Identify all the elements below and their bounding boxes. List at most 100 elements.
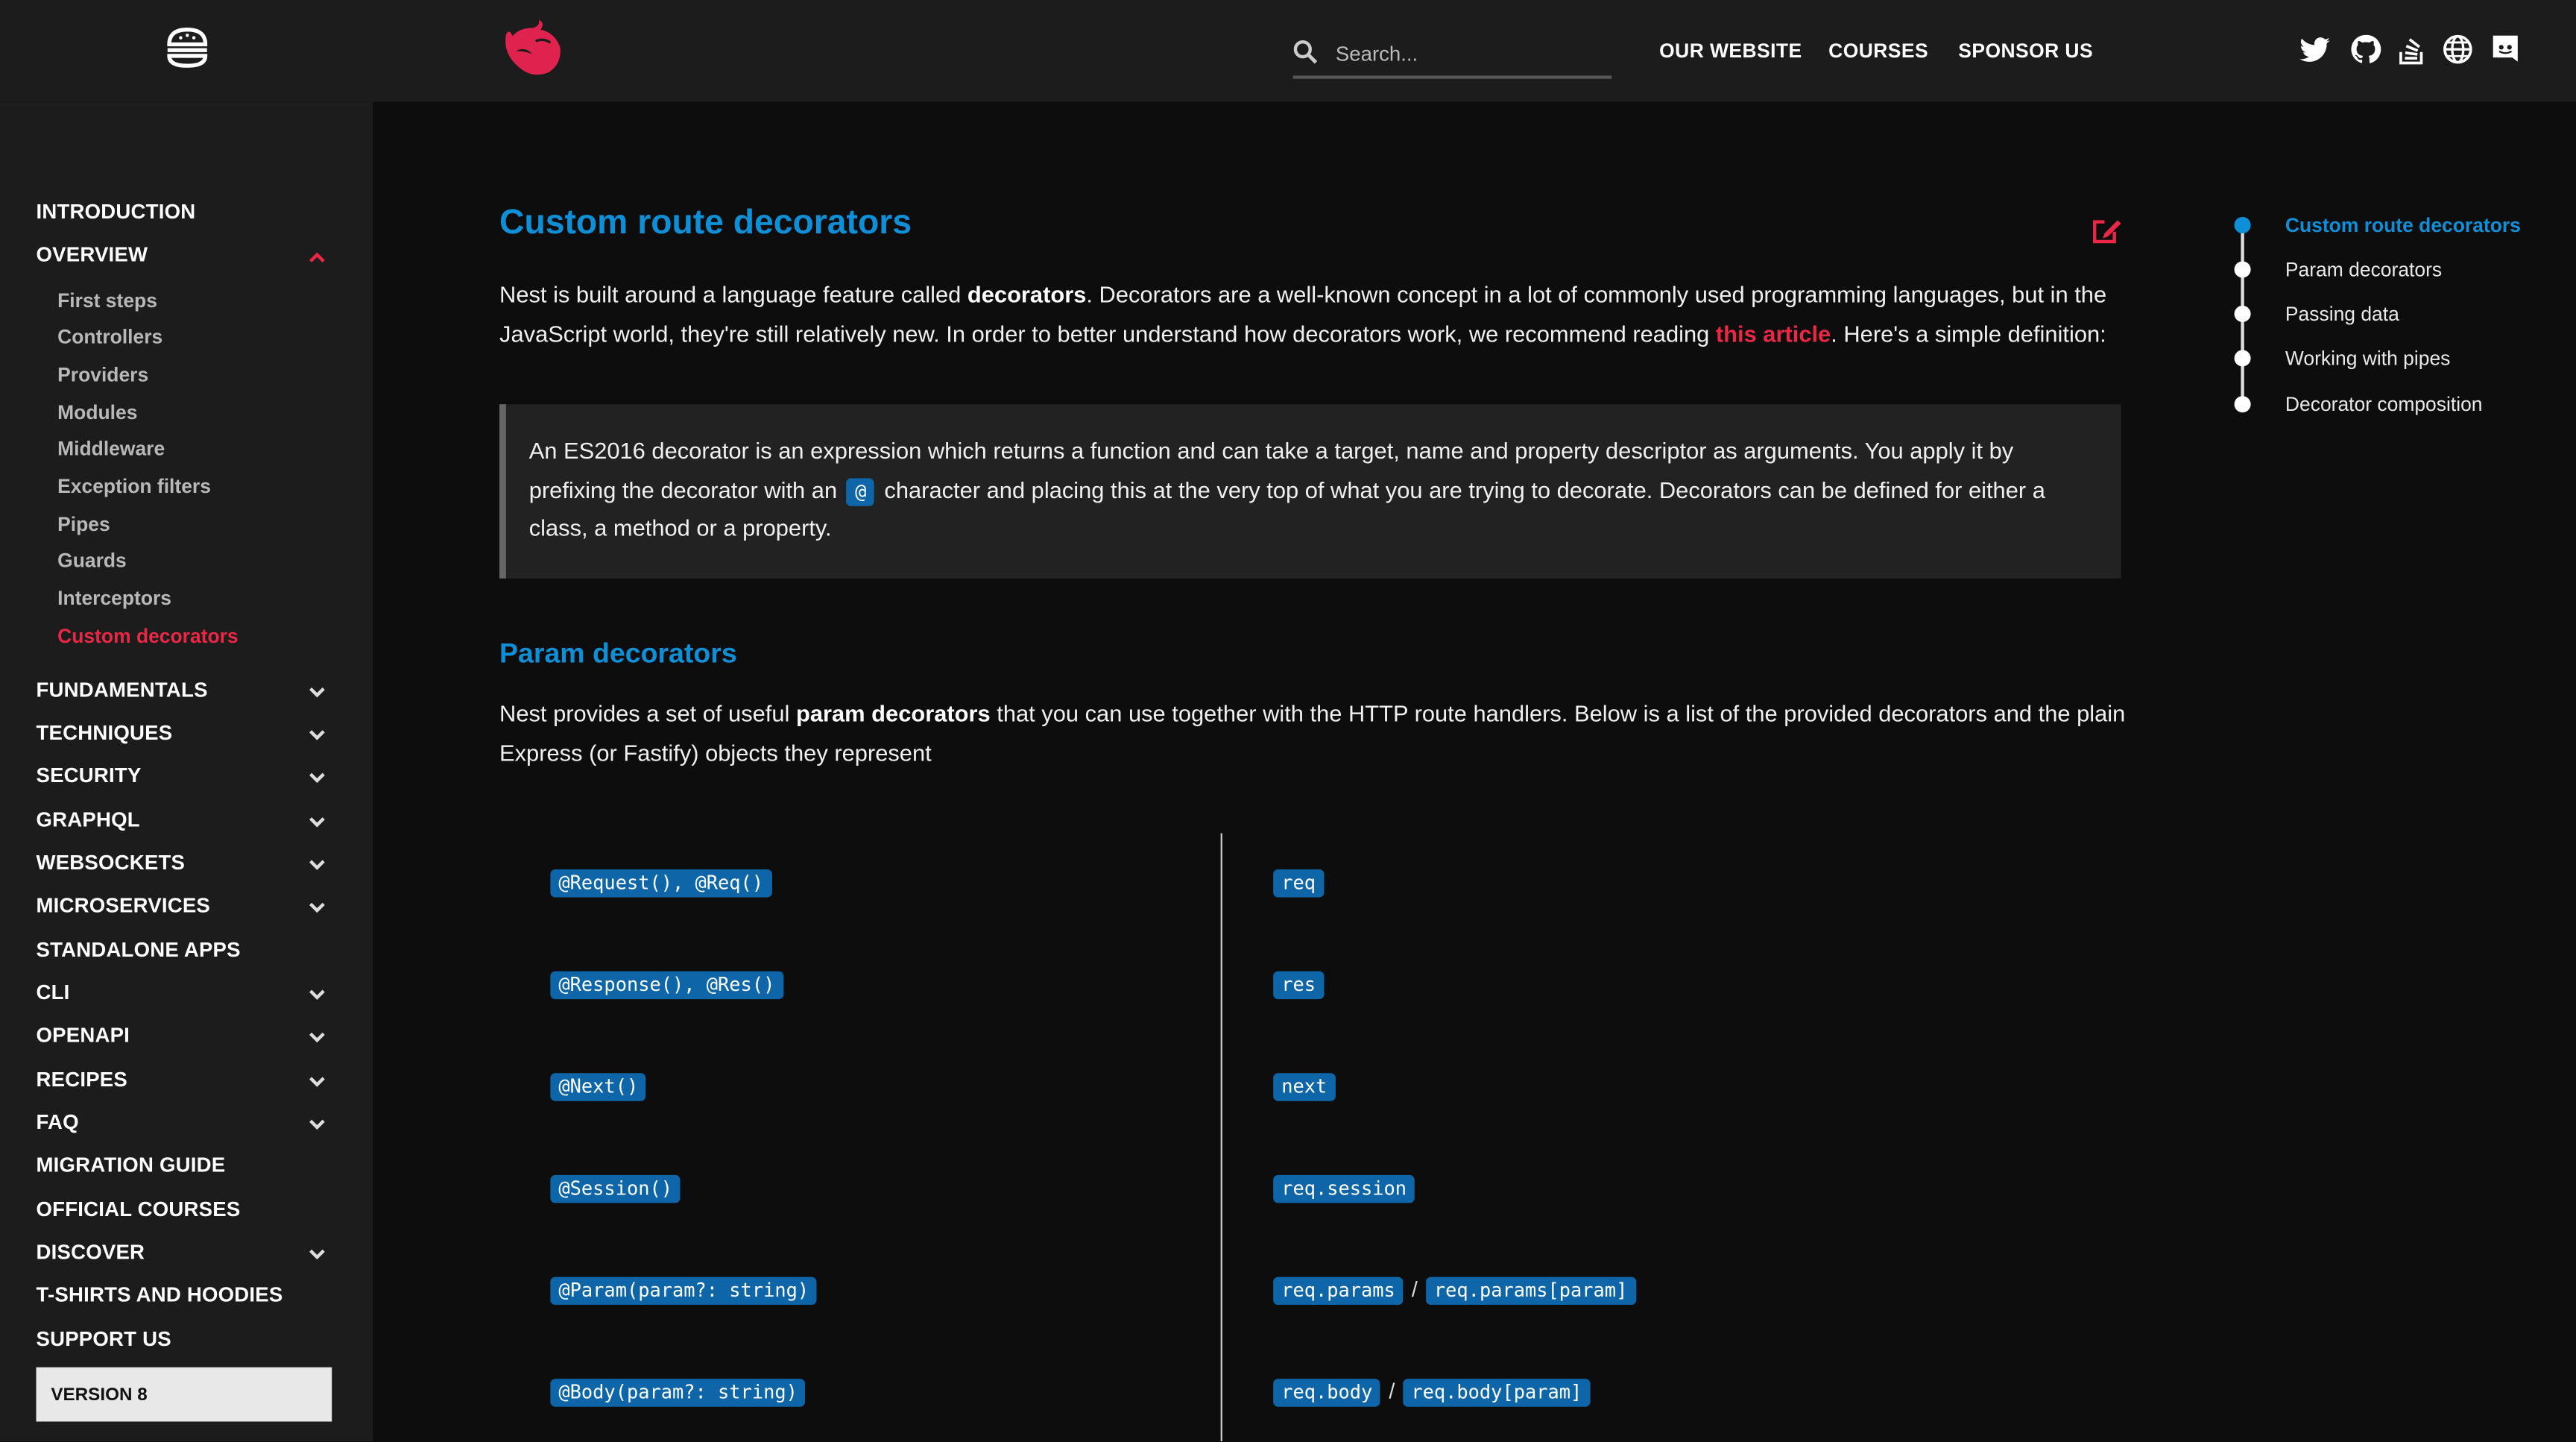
globe-icon[interactable] <box>2441 33 2474 66</box>
toc-dot <box>2234 305 2251 323</box>
nestjs-logo-icon[interactable] <box>496 18 566 81</box>
object-code: req.body[param] <box>1403 1379 1591 1407</box>
sidebar-item-openapi[interactable]: OPENAPI <box>36 1024 130 1047</box>
sidebar-subitem-middleware[interactable]: Middleware <box>57 437 165 460</box>
this-article-link[interactable]: this article <box>1716 321 1831 347</box>
sidebar-item-recipes[interactable]: RECIPES <box>36 1068 127 1092</box>
sidebar-subitem-modules[interactable]: Modules <box>57 401 137 424</box>
intro-paragraph: Nest is built around a language feature … <box>499 274 2126 353</box>
decorator-code: @Param(param?: string) <box>550 1276 818 1306</box>
decorator-code: @Session() <box>550 1174 681 1203</box>
nav-sponsor-us-link[interactable]: SPONSOR US <box>1958 40 2093 63</box>
object-code: req.body <box>1273 1379 1381 1407</box>
object-code: next <box>1273 1073 1336 1101</box>
chevron-down-icon[interactable] <box>306 1116 329 1133</box>
chevron-down-icon[interactable] <box>306 986 329 1002</box>
chevron-down-icon[interactable] <box>306 769 329 786</box>
intro-text-end: . Here's a simple definition: <box>1831 320 2106 347</box>
toc-dot <box>2234 396 2251 413</box>
hamburger-menu-icon[interactable] <box>162 25 212 71</box>
chevron-down-icon[interactable] <box>306 899 329 916</box>
sidebar-item-discover[interactable]: DISCOVER <box>36 1241 145 1264</box>
sidebar-item-faq[interactable]: FAQ <box>36 1111 78 1134</box>
table-column-divider <box>1220 833 1222 1441</box>
sidebar-item-techniques[interactable]: TECHNIQUES <box>36 722 172 745</box>
toc-item-param-decorators[interactable]: Param decorators <box>2285 258 2442 281</box>
search-icon <box>1293 40 1318 64</box>
toc-item-passing-data[interactable]: Passing data <box>2285 303 2399 326</box>
sidebar-subitem-providers[interactable]: Providers <box>57 363 148 386</box>
sidebar-item-support-us[interactable]: SUPPORT US <box>36 1328 171 1351</box>
toc-item-custom-route-decorators[interactable]: Custom route decorators <box>2285 214 2521 237</box>
intro-text: Nest is built around a language feature … <box>499 280 967 308</box>
toc-item-decorator-composition[interactable]: Decorator composition <box>2285 393 2483 416</box>
chevron-down-icon[interactable] <box>306 684 329 700</box>
sidebar-item-fundamentals[interactable]: FUNDAMENTALS <box>36 679 207 702</box>
sidebar-item-t-shirts-and-hoodies[interactable]: T-SHIRTS AND HOODIES <box>36 1283 282 1306</box>
table-row-decorator: @Session() <box>547 1174 684 1205</box>
intro-bold-decorators: decorators <box>967 280 1087 308</box>
sidebar-item-official-courses[interactable]: OFFICIAL COURSES <box>36 1198 240 1221</box>
toc-item-working-with-pipes[interactable]: Working with pipes <box>2285 347 2451 370</box>
table-row-object: req.session <box>1270 1174 1418 1205</box>
chevron-down-icon[interactable] <box>306 813 329 830</box>
param-decorators-heading: Param decorators <box>499 637 737 670</box>
table-row-object: req <box>1270 869 1328 899</box>
sidebar-item-graphql[interactable]: GRAPHQL <box>36 808 139 831</box>
param-decorators-paragraph: Nest provides a set of useful param deco… <box>499 693 2126 772</box>
sidebar-subitem-guards[interactable]: Guards <box>57 549 127 572</box>
version-selector[interactable]: VERSION 8 <box>36 1367 332 1422</box>
nav-our-website-link[interactable]: OUR WEBSITE <box>1659 40 1802 63</box>
object-code: res <box>1273 971 1325 1000</box>
chevron-up-icon[interactable] <box>306 250 329 266</box>
toc-dot-active <box>2234 216 2251 233</box>
search-input[interactable] <box>1332 36 1611 72</box>
sidebar-item-websockets[interactable]: WEBSOCKETS <box>36 851 185 875</box>
row-separator: / <box>1389 1379 1395 1404</box>
stackoverflow-icon[interactable] <box>2396 33 2428 66</box>
sidebar-item-security[interactable]: SECURITY <box>36 764 141 787</box>
table-row-decorator: @Request(), @Req() <box>547 869 775 899</box>
sidebar-subitem-controllers[interactable]: Controllers <box>57 325 162 348</box>
sidebar-subitem-interceptors[interactable]: Interceptors <box>57 587 171 610</box>
chevron-down-icon[interactable] <box>306 726 329 743</box>
at-code-chip: @ <box>847 477 875 506</box>
sidebar-item-cli[interactable]: CLI <box>36 981 69 1004</box>
discord-icon[interactable] <box>2489 33 2522 66</box>
sidebar-item-standalone-apps[interactable]: STANDALONE APPS <box>36 939 240 962</box>
table-row-object: req.body / req.body[param] <box>1270 1379 1594 1408</box>
section-bold-param-decorators: param decorators <box>795 699 991 727</box>
page-title: Custom route decorators <box>499 204 912 242</box>
top-navbar: OUR WEBSITE COURSES SPONSOR US <box>0 0 2576 102</box>
sidebar-item-microservices[interactable]: MICROSERVICES <box>36 894 210 917</box>
edit-page-icon[interactable] <box>2090 214 2123 247</box>
chevron-down-icon[interactable] <box>306 856 329 872</box>
twitter-icon[interactable] <box>2299 33 2332 66</box>
table-row-object: res <box>1270 971 1328 1001</box>
decorators-table: @Request(), @Req() req @Response(), @Res… <box>499 833 2121 1441</box>
github-icon[interactable] <box>2349 33 2382 66</box>
table-row-decorator: @Param(param?: string) <box>547 1276 821 1307</box>
sidebar-subitem-first-steps[interactable]: First steps <box>57 289 157 312</box>
decorator-code: @Next() <box>550 1073 647 1101</box>
chevron-down-icon[interactable] <box>306 1246 329 1262</box>
table-row-object: req.params / req.params[param] <box>1270 1276 1639 1307</box>
sidebar-subitem-pipes[interactable]: Pipes <box>57 513 110 536</box>
table-row-decorator: @Next() <box>547 1073 650 1103</box>
table-row-decorator: @Response(), @Res() <box>547 971 786 1001</box>
nav-courses-link[interactable]: COURSES <box>1828 40 1928 63</box>
object-code: req <box>1273 869 1325 898</box>
toc-dot <box>2234 350 2251 367</box>
decorator-code: @Response(), @Res() <box>550 971 783 1000</box>
sidebar-item-introduction[interactable]: INTRODUCTION <box>36 201 195 224</box>
object-code: req.params <box>1273 1276 1404 1306</box>
search-box[interactable] <box>1292 30 1612 79</box>
chevron-down-icon[interactable] <box>306 1073 329 1089</box>
sidebar-subitem-custom-decorators[interactable]: Custom decorators <box>57 625 239 648</box>
sidebar-item-overview[interactable]: OVERVIEW <box>36 243 148 266</box>
object-code: req.params[param] <box>1425 1276 1636 1306</box>
sidebar-subitem-exception-filters[interactable]: Exception filters <box>57 475 211 498</box>
sidebar-item-migration-guide[interactable]: MIGRATION GUIDE <box>36 1153 225 1177</box>
toc-dot <box>2234 261 2251 278</box>
chevron-down-icon[interactable] <box>306 1029 329 1045</box>
